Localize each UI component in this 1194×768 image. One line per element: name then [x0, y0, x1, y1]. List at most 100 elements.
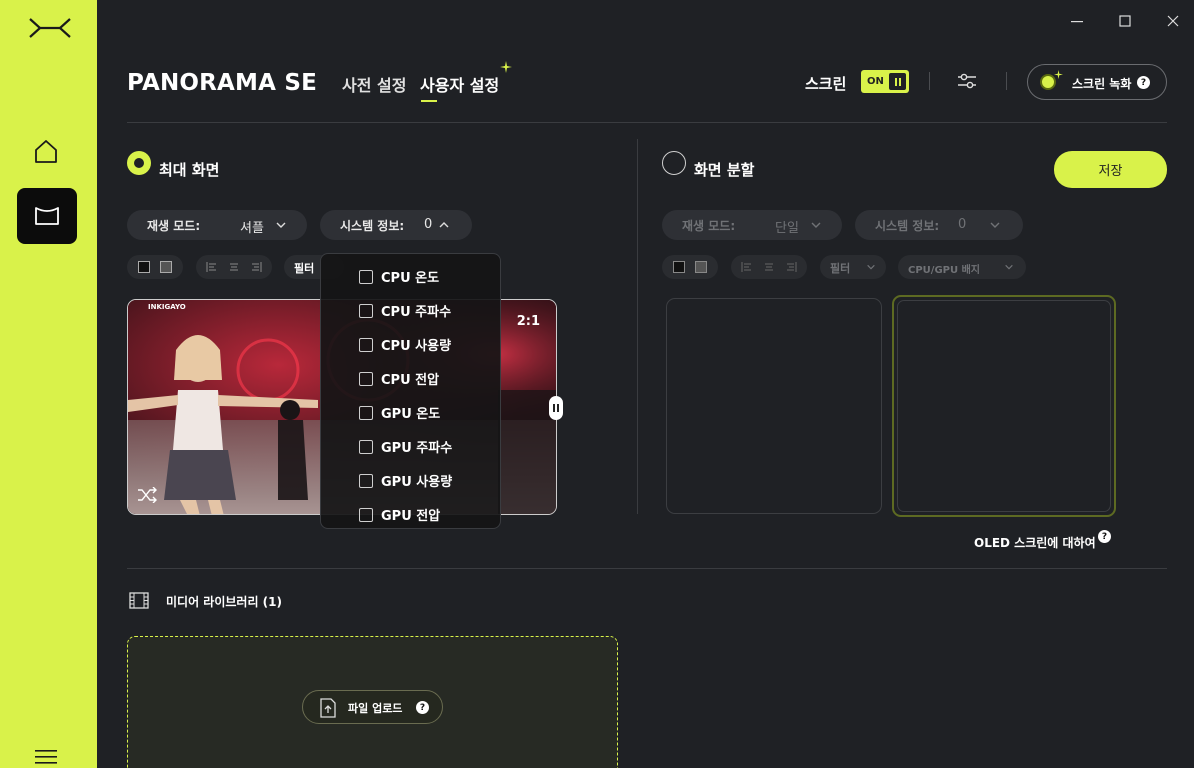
- playback-mode-select[interactable]: 재생 모드: 셔플: [127, 210, 307, 240]
- sliders-settings-icon[interactable]: [956, 71, 978, 91]
- help-icon[interactable]: ?: [1137, 76, 1150, 89]
- help-icon[interactable]: ?: [1098, 530, 1111, 543]
- split-filter-select[interactable]: 필터: [820, 255, 886, 279]
- align-right-icon[interactable]: [785, 261, 797, 273]
- align-right-icon[interactable]: [250, 261, 262, 273]
- upload-file-label: 파일 업로드: [348, 702, 403, 715]
- sysinfo-option[interactable]: CPU 사용량: [359, 335, 451, 354]
- header-divider: [127, 122, 1167, 123]
- chevron-down-icon: [867, 264, 875, 270]
- sysinfo-option[interactable]: GPU 온도: [359, 403, 440, 422]
- screen-icon: [35, 207, 59, 225]
- screen-record-label: 스크린 녹화: [1072, 77, 1132, 91]
- save-button[interactable]: 저장: [1054, 151, 1167, 188]
- pause-icon: [889, 73, 906, 90]
- alignment-tools[interactable]: [196, 255, 272, 279]
- checkbox[interactable]: [359, 371, 373, 386]
- split-screen-right[interactable]: [892, 295, 1116, 517]
- chevron-down-icon: [990, 222, 1000, 228]
- screen-record-button[interactable]: 스크린 녹화 ?: [1027, 64, 1167, 100]
- sysinfo-option[interactable]: GPU 주파수: [359, 437, 452, 456]
- align-center-icon[interactable]: [763, 261, 775, 273]
- app-logo: [29, 18, 71, 38]
- sysinfo-option[interactable]: GPU 사용량: [359, 471, 452, 490]
- oled-info-label: OLED 스크린에 대하여: [974, 536, 1096, 550]
- divider: [1006, 72, 1007, 90]
- checkbox[interactable]: [359, 405, 373, 420]
- hamburger-menu-icon[interactable]: [35, 748, 57, 766]
- playback-mode-label: 재생 모드:: [682, 219, 736, 233]
- divider: [929, 72, 930, 90]
- resize-handle[interactable]: [549, 396, 563, 420]
- gray-swatch[interactable]: [695, 261, 707, 273]
- sidebar: [0, 0, 97, 768]
- close-icon[interactable]: [1164, 12, 1182, 30]
- option-label: GPU 온도: [381, 407, 441, 422]
- sysinfo-option[interactable]: GPU 전압: [359, 505, 440, 524]
- shuffle-icon[interactable]: [137, 487, 157, 503]
- sysinfo-option[interactable]: CPU 온도: [359, 267, 439, 286]
- upload-file-icon: [320, 698, 336, 718]
- sysinfo-option[interactable]: CPU 전압: [359, 369, 439, 388]
- option-label: CPU 온도: [381, 271, 440, 286]
- checkbox[interactable]: [359, 337, 373, 352]
- system-info-label: 시스템 정보:: [875, 219, 940, 233]
- color-swatches[interactable]: [127, 255, 183, 279]
- checkbox[interactable]: [359, 507, 373, 522]
- align-left-icon[interactable]: [206, 261, 218, 273]
- full-screen-title: 최대 화면: [159, 161, 220, 179]
- screen-nav-button[interactable]: [17, 188, 77, 244]
- align-left-icon[interactable]: [741, 261, 753, 273]
- system-info-value: 0: [958, 217, 967, 232]
- checkbox[interactable]: [359, 303, 373, 318]
- split-playback-mode-select[interactable]: 재생 모드: 단일: [662, 210, 842, 240]
- black-swatch[interactable]: [138, 261, 150, 273]
- filter-label: 필터: [830, 262, 851, 275]
- home-icon[interactable]: [30, 135, 62, 167]
- tab-user-settings[interactable]: 사용자 설정: [420, 72, 499, 96]
- sysinfo-option[interactable]: CPU 주파수: [359, 301, 451, 320]
- badge-select[interactable]: CPU/GPU 배지: [898, 255, 1026, 279]
- checkbox[interactable]: [359, 269, 373, 284]
- align-center-icon[interactable]: [228, 261, 240, 273]
- film-icon: [129, 592, 149, 609]
- maximize-icon[interactable]: [1116, 12, 1134, 30]
- system-info-dropdown: CPU 온도 CPU 주파수 CPU 사용량 CPU 전압 GPU 온도 GPU…: [320, 253, 501, 529]
- option-label: GPU 주파수: [381, 441, 453, 456]
- app-title: PANORAMA SE: [127, 70, 318, 96]
- filter-label: 필터: [294, 262, 315, 275]
- split-screen-radio[interactable]: [662, 151, 686, 175]
- full-screen-radio[interactable]: [127, 151, 151, 175]
- toggle-on-label: ON: [867, 76, 884, 87]
- system-info-label: 시스템 정보:: [340, 219, 405, 233]
- sparkle-icon: [1054, 70, 1063, 79]
- upload-file-button[interactable]: 파일 업로드 ?: [302, 690, 443, 724]
- section-divider: [127, 568, 1167, 569]
- aspect-ratio-label: 2:1: [516, 314, 540, 329]
- chevron-down-icon: [276, 222, 286, 228]
- option-label: CPU 전압: [381, 373, 440, 388]
- system-info-value: 0: [424, 217, 433, 232]
- split-alignment-tools[interactable]: [731, 255, 807, 279]
- checkbox[interactable]: [359, 439, 373, 454]
- help-icon[interactable]: ?: [416, 701, 429, 714]
- playback-mode-value: 단일: [775, 221, 799, 236]
- split-color-swatches[interactable]: [662, 255, 718, 279]
- split-screen-title: 화면 분할: [694, 161, 755, 179]
- split-system-info-select[interactable]: 시스템 정보: 0: [855, 210, 1023, 240]
- checkbox[interactable]: [359, 473, 373, 488]
- screen-toggle[interactable]: ON: [861, 70, 909, 93]
- minimize-icon[interactable]: [1068, 12, 1086, 30]
- black-swatch[interactable]: [673, 261, 685, 273]
- option-label: GPU 전압: [381, 509, 441, 524]
- gray-swatch[interactable]: [160, 261, 172, 273]
- option-label: GPU 사용량: [381, 475, 453, 490]
- split-screen-left[interactable]: [666, 298, 882, 514]
- tab-preset[interactable]: 사전 설정: [342, 72, 406, 96]
- system-info-select[interactable]: 시스템 정보: 0: [320, 210, 472, 240]
- playback-mode-label: 재생 모드:: [147, 219, 201, 233]
- panel-divider: [637, 139, 638, 514]
- tab-active-indicator: [421, 100, 437, 102]
- option-label: CPU 주파수: [381, 305, 452, 320]
- media-library-title: 미디어 라이브러리 (1): [166, 595, 282, 609]
